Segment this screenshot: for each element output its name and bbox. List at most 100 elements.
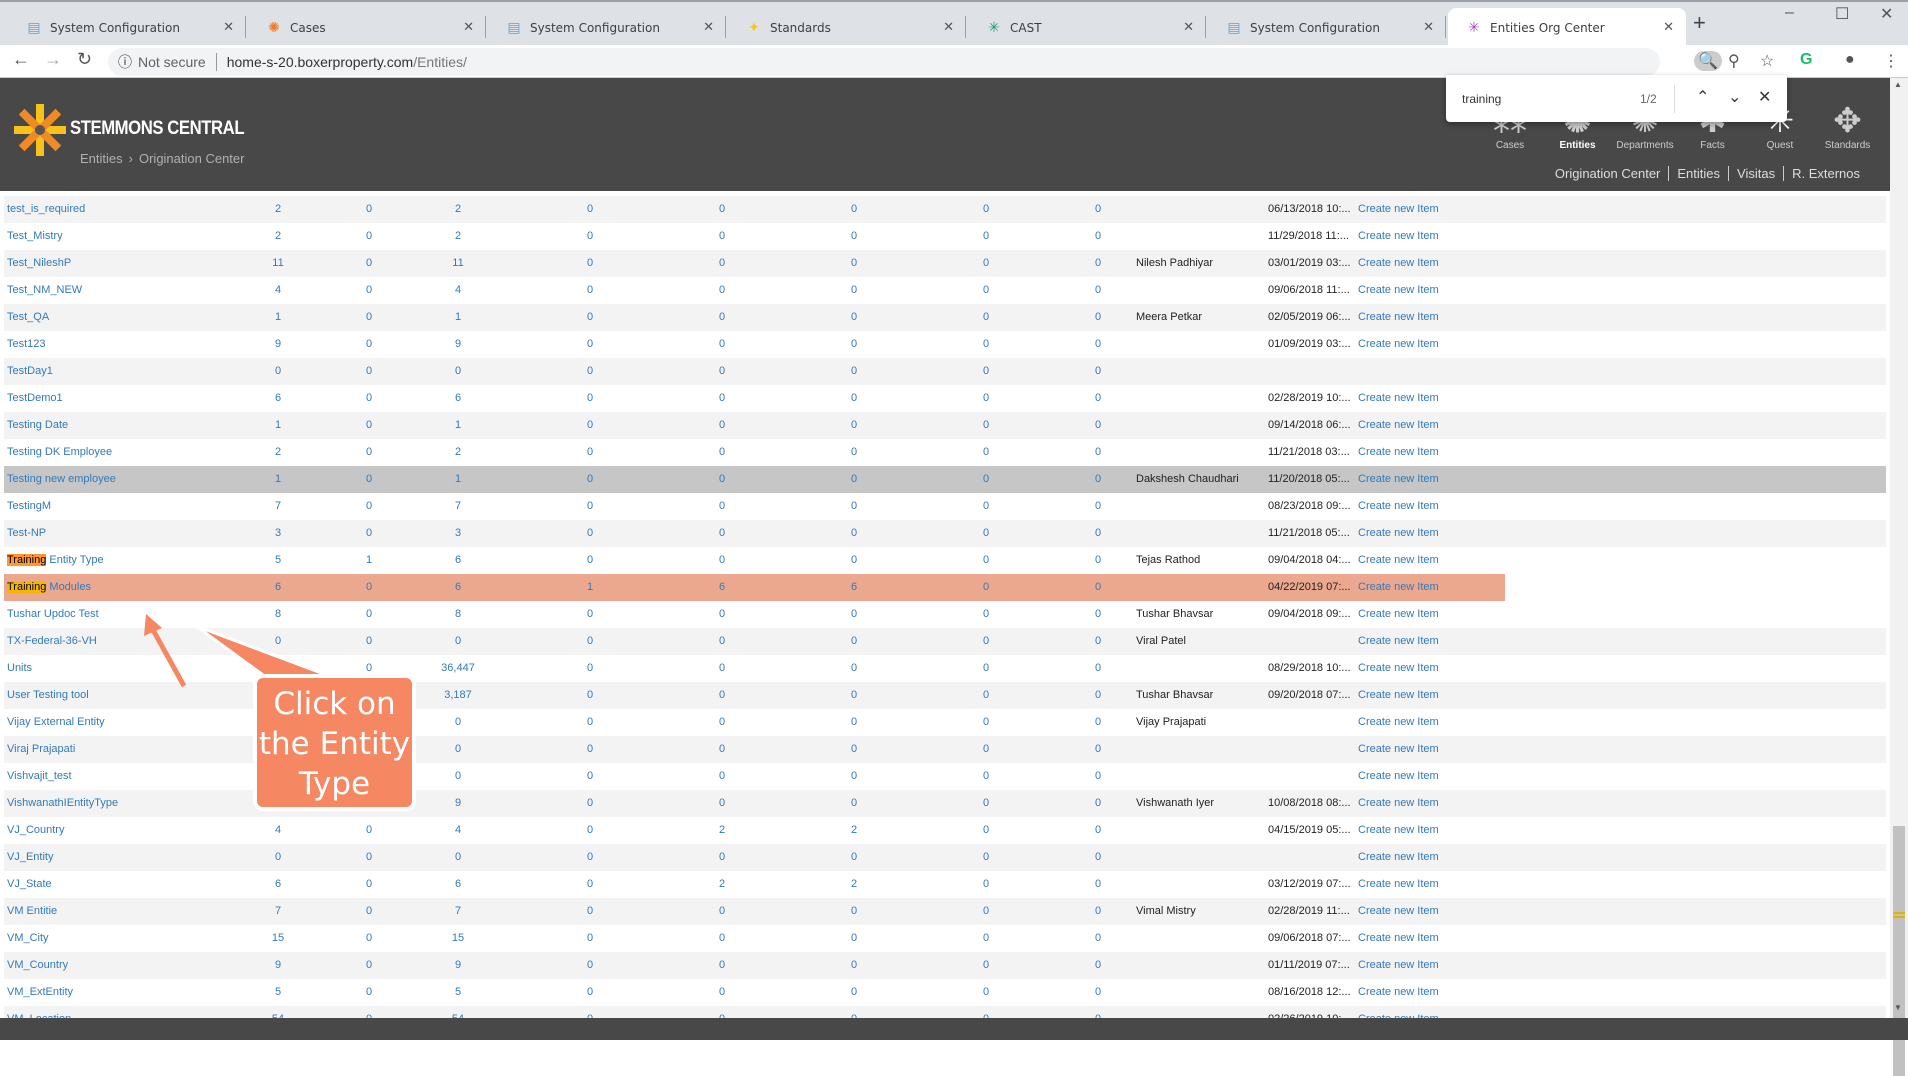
count-cell[interactable]: 0 <box>702 284 742 296</box>
count-cell[interactable]: 0 <box>349 257 389 269</box>
count-cell[interactable]: 0 <box>1078 365 1118 377</box>
entity-type-link[interactable]: Test_NileshP <box>7 257 71 269</box>
count-cell[interactable]: 0 <box>349 851 389 863</box>
entity-type-link[interactable]: Testing DK Employee <box>7 446 112 458</box>
forward-icon[interactable]: → <box>44 49 62 70</box>
count-cell[interactable]: 4 <box>438 824 478 836</box>
count-cell[interactable]: 6 <box>438 878 478 890</box>
count-cell[interactable]: 0 <box>1078 851 1118 863</box>
entity-type-link[interactable]: VishwanathIEntityType <box>7 797 118 809</box>
count-cell[interactable]: 0 <box>349 932 389 944</box>
table-row[interactable]: TestingM 7 0 7 0 0 0 0 0 08/23/2018 09:... Create … <box>4 493 1886 520</box>
create-new-item-link[interactable]: Create new Item <box>1358 257 1439 269</box>
count-cell[interactable]: 0 <box>570 662 610 674</box>
count-cell[interactable]: 7 <box>438 905 478 917</box>
count-cell[interactable]: 0 <box>702 932 742 944</box>
count-cell[interactable]: 0 <box>834 662 874 674</box>
create-new-item-link[interactable]: Create new Item <box>1358 284 1439 296</box>
count-cell[interactable]: 0 <box>702 743 742 755</box>
entity-type-link[interactable]: VM_ExtEntity <box>7 986 73 998</box>
tab-close-icon[interactable]: ✕ <box>463 20 474 35</box>
tab-0[interactable]: ▤ System Configuration ✕ <box>8 8 246 47</box>
count-cell[interactable]: 0 <box>966 905 1006 917</box>
count-cell[interactable]: 0 <box>1078 662 1118 674</box>
count-cell[interactable]: 0 <box>349 365 389 377</box>
count-cell[interactable]: 0 <box>1078 338 1118 350</box>
count-cell[interactable]: 0 <box>966 311 1006 323</box>
count-cell[interactable]: 0 <box>702 203 742 215</box>
count-cell[interactable]: 0 <box>349 338 389 350</box>
table-row[interactable]: VJ_Country 4 0 4 0 2 2 0 0 04/15/2019 05:... Creat… <box>4 817 1886 844</box>
count-cell[interactable]: 0 <box>349 230 389 242</box>
count-cell[interactable]: 0 <box>1078 284 1118 296</box>
entity-type-link[interactable]: Testing Date <box>7 419 68 431</box>
count-cell[interactable]: 2 <box>834 878 874 890</box>
count-cell[interactable]: 0 <box>570 770 610 782</box>
count-cell[interactable]: 0 <box>966 338 1006 350</box>
create-new-item-link[interactable]: Create new Item <box>1358 446 1439 458</box>
count-cell[interactable]: 0 <box>834 392 874 404</box>
count-cell[interactable]: 3 <box>258 527 298 539</box>
count-cell[interactable]: 6 <box>258 392 298 404</box>
table-row[interactable]: VJ_Entity 0 0 0 0 0 0 0 0 Create new Item <box>4 844 1886 871</box>
count-cell[interactable]: 0 <box>702 473 742 485</box>
entity-type-link[interactable]: VJ_Country <box>7 824 64 836</box>
count-cell[interactable]: 0 <box>570 230 610 242</box>
create-new-item-link[interactable]: Create new Item <box>1358 311 1439 323</box>
count-cell[interactable]: 0 <box>570 986 610 998</box>
count-cell[interactable]: 0 <box>834 959 874 971</box>
count-cell[interactable]: 0 <box>1078 878 1118 890</box>
count-cell[interactable]: 0 <box>834 905 874 917</box>
count-cell[interactable]: 3 <box>438 527 478 539</box>
count-cell[interactable]: 0 <box>1078 473 1118 485</box>
table-row[interactable]: VM_ExtEntity 5 0 5 0 0 0 0 0 08/16/2018 12:... Cre… <box>4 979 1886 1006</box>
count-cell[interactable]: 0 <box>834 419 874 431</box>
count-cell[interactable]: 0 <box>349 905 389 917</box>
minimize-button[interactable]: – <box>1785 4 1794 22</box>
find-input[interactable]: training <box>1462 92 1501 106</box>
link-entities[interactable]: Entities <box>1668 166 1728 181</box>
count-cell[interactable]: 0 <box>702 365 742 377</box>
count-cell[interactable]: 2 <box>258 203 298 215</box>
count-cell[interactable]: 0 <box>349 581 389 593</box>
table-row[interactable]: test_is_required 2 0 2 0 0 0 0 0 06/13/2018 10:..… <box>4 196 1886 223</box>
count-cell[interactable]: 2 <box>702 878 742 890</box>
count-cell[interactable]: 0 <box>834 257 874 269</box>
count-cell[interactable]: 2 <box>702 824 742 836</box>
count-cell[interactable]: 6 <box>258 878 298 890</box>
count-cell[interactable]: 0 <box>438 770 478 782</box>
count-cell[interactable]: 6 <box>438 392 478 404</box>
find-close-icon[interactable]: ✕ <box>1758 87 1771 107</box>
count-cell[interactable]: 0 <box>966 284 1006 296</box>
count-cell[interactable]: 0 <box>702 662 742 674</box>
count-cell[interactable]: 4 <box>258 284 298 296</box>
count-cell[interactable]: 0 <box>966 851 1006 863</box>
count-cell[interactable]: 0 <box>1078 932 1118 944</box>
count-cell[interactable]: 0 <box>570 554 610 566</box>
create-new-item-link[interactable]: Create new Item <box>1358 392 1439 404</box>
count-cell[interactable]: 0 <box>1078 419 1118 431</box>
count-cell[interactable]: 0 <box>966 878 1006 890</box>
entity-type-link[interactable]: VM_City <box>7 932 49 944</box>
count-cell[interactable]: 0 <box>349 284 389 296</box>
create-new-item-link[interactable]: Create new Item <box>1358 905 1439 917</box>
tab-close-icon[interactable]: ✕ <box>943 20 954 35</box>
count-cell[interactable]: 0 <box>834 338 874 350</box>
count-cell[interactable]: 0 <box>834 797 874 809</box>
count-cell[interactable]: 0 <box>966 203 1006 215</box>
stemmons-logo-icon[interactable] <box>12 103 68 157</box>
profile-icon[interactable]: ● <box>1845 51 1855 69</box>
table-row[interactable]: VM Entitie 7 0 7 0 0 0 0 0 Vimal Mistry 02/28/2019… <box>4 898 1886 925</box>
count-cell[interactable]: 11 <box>438 257 478 269</box>
entity-type-link[interactable]: test_is_required <box>7 203 85 215</box>
entity-type-link[interactable]: Viraj Prajapati <box>7 743 75 755</box>
count-cell[interactable]: 0 <box>349 527 389 539</box>
link-r-externos[interactable]: R. Externos <box>1783 166 1868 181</box>
count-cell[interactable]: 0 <box>570 635 610 647</box>
count-cell[interactable]: 0 <box>834 365 874 377</box>
count-cell[interactable]: 7 <box>258 905 298 917</box>
count-cell[interactable]: 0 <box>1078 986 1118 998</box>
count-cell[interactable]: 0 <box>834 311 874 323</box>
count-cell[interactable]: 2 <box>834 824 874 836</box>
create-new-item-link[interactable]: Create new Item <box>1358 419 1439 431</box>
